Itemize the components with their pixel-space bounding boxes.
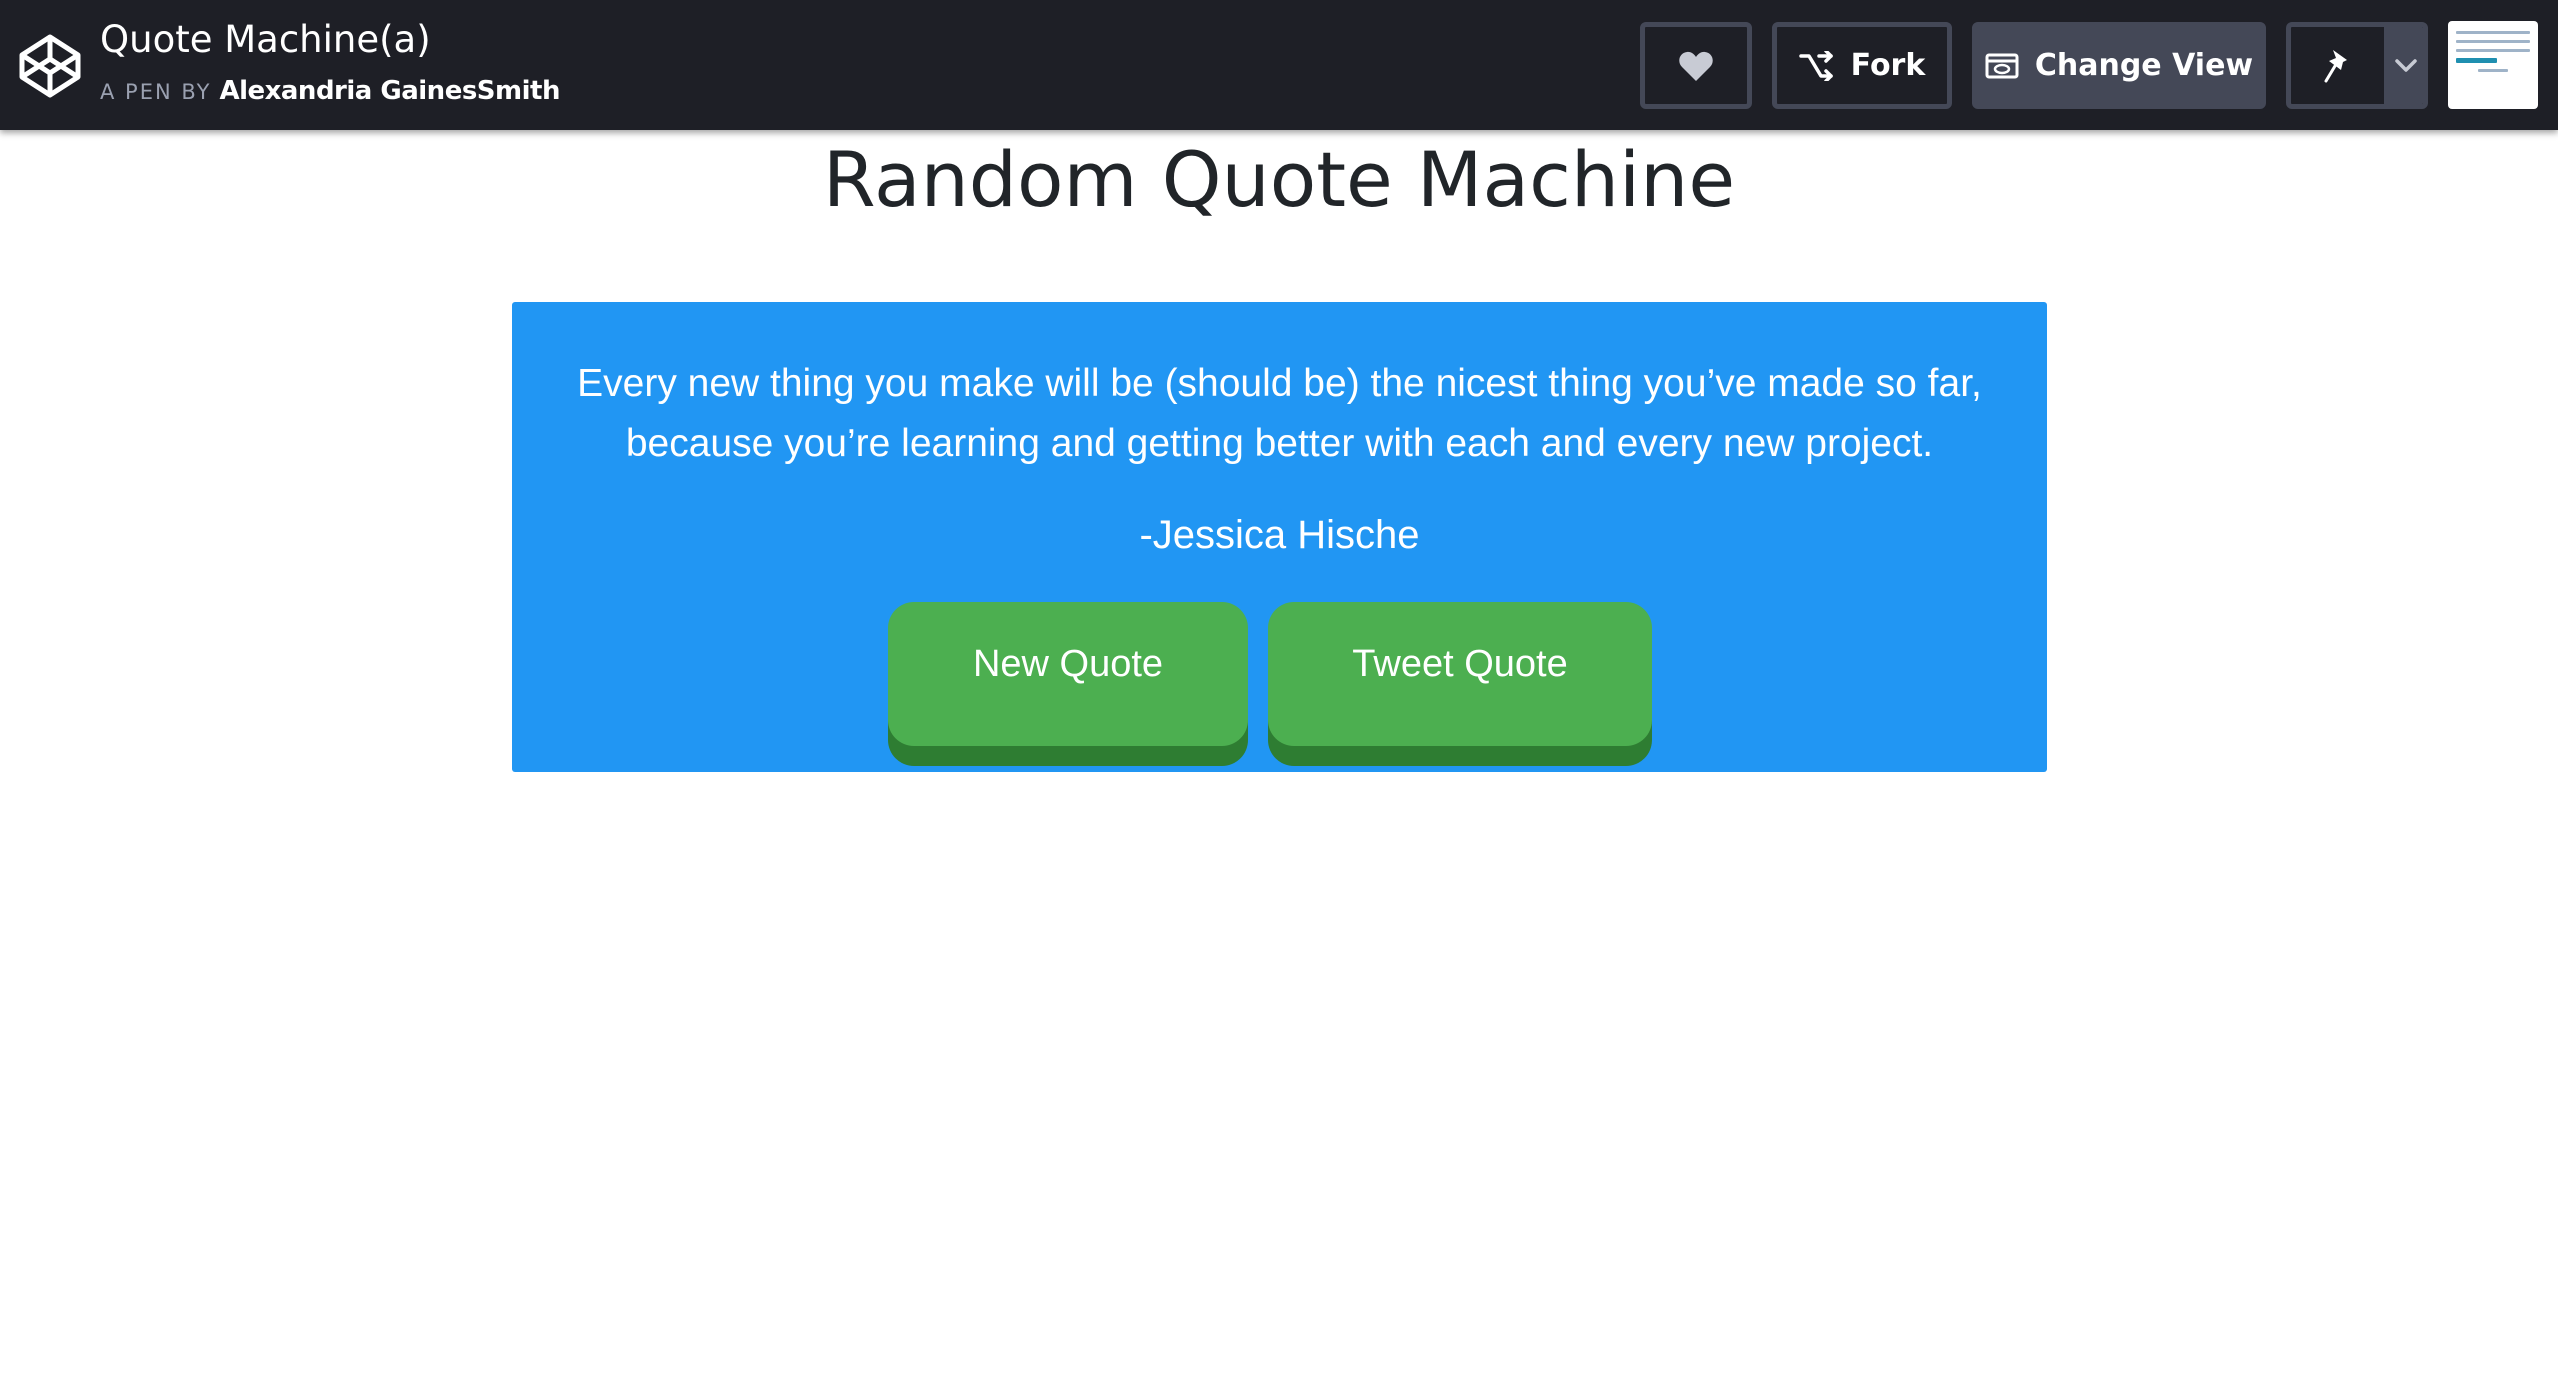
page-title: Random Quote Machine — [822, 135, 1736, 224]
fork-icon — [1798, 50, 1833, 81]
pin-icon — [2324, 49, 2347, 82]
thumbnail-line — [2456, 31, 2530, 34]
quote-text: Every new thing you make will be (should… — [577, 362, 1982, 465]
thumbnail-line — [2478, 69, 2508, 72]
heart-icon — [1679, 51, 1713, 81]
pen-by-prefix: A PEN BY — [100, 80, 212, 104]
fork-button[interactable]: Fork — [1772, 22, 1952, 109]
tweet-quote-button[interactable]: Tweet Quote — [1268, 602, 1652, 746]
codepen-logo-icon[interactable] — [17, 33, 83, 99]
fork-label: Fork — [1850, 48, 1926, 83]
new-quote-button[interactable]: New Quote — [888, 602, 1248, 746]
pen-thumbnail[interactable] — [2448, 21, 2538, 109]
thumbnail-line — [2456, 40, 2530, 43]
pin-button-group — [2286, 22, 2428, 109]
change-view-button[interactable]: Change View — [1972, 22, 2266, 109]
thumbnail-line — [2456, 58, 2497, 63]
author-link[interactable]: Alexandria GainesSmith — [219, 76, 560, 106]
codepen-header: Quote Machine(a) A PEN BY Alexandria Gain… — [0, 0, 2558, 130]
heart-button[interactable] — [1640, 22, 1752, 109]
quote-box: Every new thing you make will be (should… — [512, 302, 2047, 772]
thumbnail-line — [2456, 49, 2530, 52]
pen-byline: A PEN BY Alexandria GainesSmith — [100, 74, 560, 111]
change-view-label: Change View — [2034, 48, 2254, 83]
pen-title: Quote Machine(a) — [100, 18, 431, 61]
pin-menu-button[interactable] — [2388, 27, 2423, 104]
pin-button[interactable] — [2291, 27, 2388, 104]
quote-author: -Jessica Hische — [1139, 513, 1420, 557]
chevron-down-icon — [2394, 58, 2417, 72]
change-view-icon — [1985, 53, 2019, 78]
